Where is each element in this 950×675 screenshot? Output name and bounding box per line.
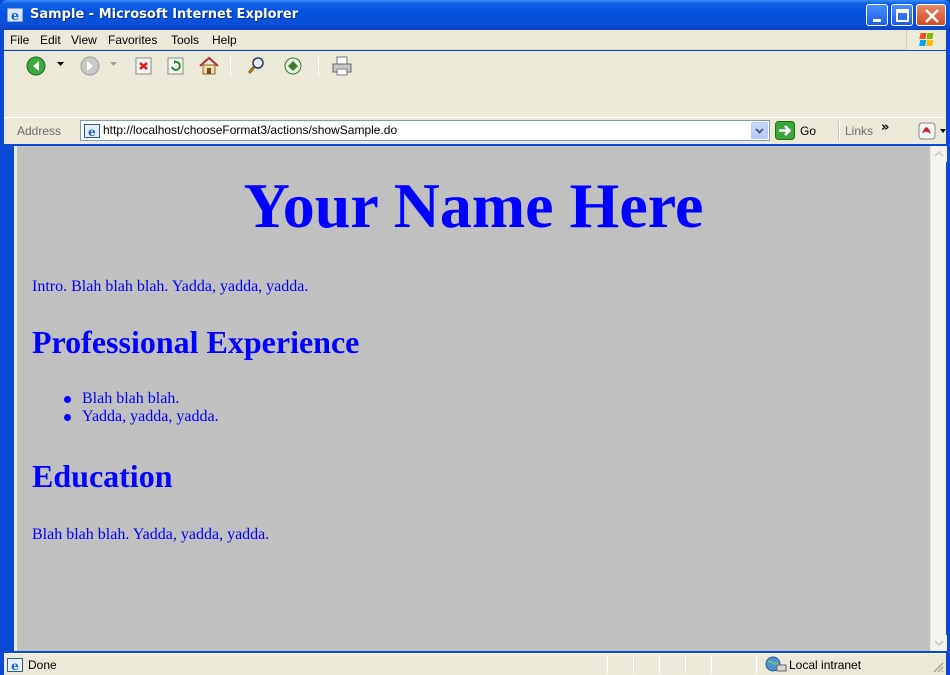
forward-dropdown-icon[interactable] — [110, 61, 117, 67]
list-item-text: Blah blah blah. — [82, 390, 180, 407]
minimize-icon — [873, 19, 881, 22]
address-bar: Address e http://localhost/chooseFormat3… — [4, 117, 946, 144]
security-zone-text: Local intranet — [789, 658, 862, 672]
chevron-down-icon — [755, 128, 764, 134]
education-heading: Education — [32, 458, 173, 494]
scroll-up-button[interactable] — [931, 146, 947, 162]
list-item: Blah blah blah. — [62, 390, 219, 408]
menu-view[interactable]: View — [71, 33, 97, 47]
stop-icon[interactable] — [131, 54, 157, 78]
menu-bar: File Edit View Favorites Tools Help — [4, 30, 946, 50]
chevron-down-icon — [934, 640, 944, 647]
favorites-icon[interactable] — [280, 54, 306, 78]
status-pane-divider — [659, 656, 660, 674]
page-title: Your Name Here — [243, 170, 704, 241]
page-done-icon: e — [7, 658, 23, 673]
print-icon[interactable] — [329, 54, 355, 78]
status-pane-divider — [711, 656, 712, 674]
status-bar: e Done Local intranet — [4, 653, 946, 675]
address-input[interactable]: e http://localhost/chooseFormat3/actions… — [80, 120, 770, 141]
refresh-icon[interactable] — [163, 54, 189, 78]
bullet-icon — [64, 396, 71, 403]
back-dropdown-icon[interactable] — [57, 61, 64, 67]
links-separator — [838, 121, 840, 141]
windows-logo — [906, 30, 944, 50]
address-label: Address — [17, 124, 62, 138]
pdf-dropdown-icon[interactable] — [940, 129, 946, 133]
links-chevron-icon[interactable]: » — [881, 120, 889, 135]
browser-window: e Sample - Microsoft Internet Explorer F… — [0, 0, 950, 675]
menu-file[interactable]: File — [10, 33, 29, 47]
links-label[interactable]: Links — [845, 124, 873, 138]
list-item: Yadda, yadda, yadda. — [62, 408, 219, 426]
title-bar: e Sample - Microsoft Internet Explorer — [0, 0, 950, 30]
experience-list: Blah blah blah. Yadda, yadda, yadda. — [62, 390, 219, 426]
back-icon[interactable] — [24, 54, 50, 78]
status-pane-divider — [756, 656, 757, 674]
maximize-icon — [896, 9, 909, 22]
go-button[interactable]: Go — [800, 124, 816, 138]
status-text: Done — [28, 658, 57, 672]
menu-favorites[interactable]: Favorites — [108, 33, 157, 47]
standard-toolbar — [4, 51, 946, 118]
pdf-plugin-icon[interactable] — [918, 122, 936, 140]
intro-text: Intro. Blah blah blah. Yadda, yadda, yad… — [32, 278, 309, 295]
address-dropdown-button[interactable] — [751, 122, 768, 139]
svg-text:e: e — [88, 125, 96, 139]
ie-app-icon[interactable]: e — [6, 6, 24, 24]
svg-text:e: e — [11, 9, 19, 24]
toolbar-separator — [318, 57, 319, 77]
close-button[interactable] — [916, 4, 946, 26]
scroll-down-button[interactable] — [931, 635, 947, 651]
menu-help[interactable]: Help — [212, 33, 237, 47]
page-content: Your Name Here Intro. Blah blah blah. Ya… — [14, 146, 930, 651]
minimize-button[interactable] — [866, 4, 888, 26]
window-title: Sample - Microsoft Internet Explorer — [30, 7, 299, 22]
bullet-icon — [64, 414, 71, 421]
list-item-text: Yadda, yadda, yadda. — [82, 408, 219, 425]
windows-flag-icon — [919, 33, 934, 46]
resize-grip-icon[interactable] — [932, 661, 944, 673]
status-pane-divider — [685, 656, 686, 674]
address-url[interactable]: http://localhost/chooseFormat3/actions/s… — [103, 123, 397, 137]
education-text: Blah blah blah. Yadda, yadda, yadda. — [32, 526, 270, 543]
search-icon[interactable] — [244, 54, 270, 78]
svg-text:e: e — [11, 659, 19, 673]
toolbar-separator — [230, 57, 231, 77]
home-icon[interactable] — [196, 54, 222, 78]
go-arrow-icon[interactable] — [775, 121, 795, 140]
status-pane-divider — [607, 656, 608, 674]
page-ie-icon: e — [84, 124, 100, 139]
vertical-scrollbar[interactable] — [930, 146, 947, 651]
forward-icon[interactable] — [78, 54, 104, 78]
close-icon — [925, 9, 939, 23]
menu-edit[interactable]: Edit — [40, 33, 61, 47]
maximize-button[interactable] — [891, 4, 913, 26]
status-pane-divider — [633, 656, 634, 674]
menu-tools[interactable]: Tools — [171, 33, 199, 47]
experience-heading: Professional Experience — [32, 324, 360, 360]
chevron-up-icon — [934, 150, 944, 157]
local-intranet-icon — [765, 656, 787, 672]
